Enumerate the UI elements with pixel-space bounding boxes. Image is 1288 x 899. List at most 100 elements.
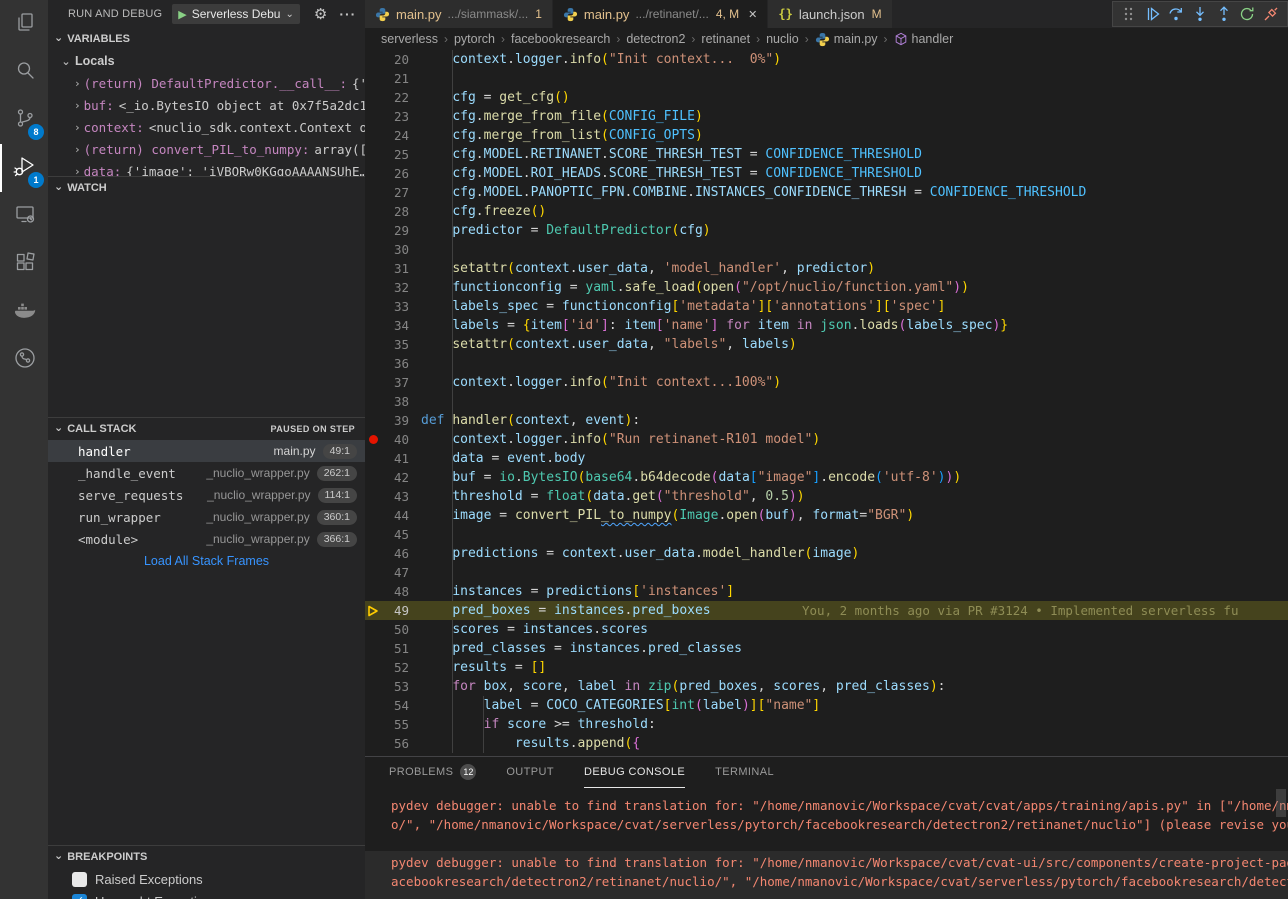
code-text[interactable]: pred_classes = instances.pred_classes — [421, 639, 742, 658]
watch-header[interactable]: ⌄ WATCH — [48, 177, 365, 199]
breakpoint-gutter[interactable] — [365, 487, 381, 506]
breadcrumb-item[interactable]: pytorch — [454, 32, 495, 46]
breakpoint-gutter[interactable] — [365, 563, 381, 582]
breadcrumb-item[interactable]: serverless — [381, 32, 438, 46]
code-text[interactable]: cfg.freeze() — [421, 202, 546, 221]
variable-row[interactable]: ›buf:<_io.BytesIO object at 0x7f5a2dc1ec… — [48, 94, 365, 116]
breakpoint-gutter[interactable] — [365, 544, 381, 563]
code-text[interactable]: cfg.merge_from_file(CONFIG_FILE) — [421, 107, 703, 126]
code-line[interactable]: 29 predictor = DefaultPredictor(cfg) — [365, 221, 1288, 240]
code-text[interactable]: labels = {item['id']: item['name'] for i… — [421, 316, 1008, 335]
breadcrumb-item[interactable]: detectron2 — [626, 32, 685, 46]
breakpoint-gutter[interactable] — [365, 316, 381, 335]
variables-scope-row[interactable]: ⌄Locals — [48, 50, 365, 72]
activity-item-remote-explorer[interactable] — [0, 192, 48, 240]
breakpoint-dot[interactable] — [365, 430, 381, 449]
activity-item-search[interactable] — [0, 48, 48, 96]
activity-item-docker[interactable] — [0, 288, 48, 336]
breakpoints-header[interactable]: ⌄ BREAKPOINTS — [48, 846, 365, 868]
continue-button[interactable] — [1143, 4, 1163, 24]
code-line[interactable]: 30 — [365, 240, 1288, 259]
debug-config-dropdown[interactable]: ▶ Serverless Debu ⌄ — [172, 4, 300, 24]
activity-item-run-debug[interactable]: 1 — [0, 144, 48, 192]
step-out-button[interactable] — [1214, 4, 1234, 24]
code-line[interactable]: 34 labels = {item['id']: item['name'] fo… — [365, 316, 1288, 335]
breakpoint-gutter[interactable] — [365, 677, 381, 696]
drag-handle[interactable] — [1119, 4, 1139, 24]
code-line[interactable]: 21 — [365, 69, 1288, 88]
more-actions-icon[interactable]: ··· — [339, 6, 356, 22]
code-line[interactable]: 28 cfg.freeze() — [365, 202, 1288, 221]
variables-header[interactable]: ⌄ VARIABLES — [48, 28, 365, 50]
code-line[interactable]: 22 cfg = get_cfg() — [365, 88, 1288, 107]
step-into-button[interactable] — [1190, 4, 1210, 24]
breakpoint-gutter[interactable] — [365, 202, 381, 221]
code-line[interactable]: 37 context.logger.info("Init context...1… — [365, 373, 1288, 392]
breakpoint-gutter[interactable] — [365, 639, 381, 658]
editor-tab-3[interactable]: {}launch.jsonM — [768, 0, 892, 28]
code-text[interactable]: threshold = float(data.get("threshold", … — [421, 487, 805, 506]
breakpoint-gutter[interactable] — [365, 126, 381, 145]
checkbox-unchecked[interactable] — [72, 872, 87, 887]
load-all-stack-frames-link[interactable]: Load All Stack Frames — [48, 550, 365, 572]
code-text[interactable]: scores = instances.scores — [421, 620, 648, 639]
activity-item-git-graph[interactable] — [0, 336, 48, 384]
code-text[interactable]: results = [] — [421, 658, 546, 677]
code-text[interactable]: if score >= threshold: — [421, 715, 656, 734]
breakpoint-gutter[interactable] — [365, 240, 381, 259]
code-text[interactable]: pred_boxes = instances.pred_boxes — [421, 601, 711, 620]
code-line[interactable]: 25 cfg.MODEL.RETINANET.SCORE_THRESH_TEST… — [365, 145, 1288, 164]
code-text[interactable]: context.logger.info("Init context... 0%"… — [421, 50, 781, 69]
panel-tab-debug-console[interactable]: DEBUG CONSOLE — [584, 757, 685, 788]
code-text[interactable]: image = convert_PIL_to_numpy(Image.open(… — [421, 506, 914, 525]
code-text[interactable]: buf = io.BytesIO(base64.b64decode(data["… — [421, 468, 961, 487]
editor-tab-1[interactable]: main.py.../siammask/...1 — [365, 0, 553, 28]
breakpoint-gutter[interactable] — [365, 620, 381, 639]
start-debug-icon[interactable]: ▶ — [178, 8, 186, 21]
breakpoint-gutter[interactable] — [365, 278, 381, 297]
code-line[interactable]: 41 data = event.body — [365, 449, 1288, 468]
code-line[interactable]: 45 — [365, 525, 1288, 544]
breakpoint-gutter[interactable] — [365, 164, 381, 183]
code-text[interactable]: for box, score, label in zip(pred_boxes,… — [421, 677, 945, 696]
breakpoint-gutter[interactable] — [365, 145, 381, 164]
code-text[interactable]: predictor = DefaultPredictor(cfg) — [421, 221, 711, 240]
code-text[interactable]: setattr(context.user_data, 'model_handle… — [421, 259, 875, 278]
code-line[interactable]: 36 — [365, 354, 1288, 373]
current-step-arrow[interactable] — [365, 601, 381, 620]
breakpoint-gutter[interactable] — [365, 525, 381, 544]
call-stack-frame[interactable]: serve_requests_nuclio_wrapper.py114:1 — [48, 484, 365, 506]
variable-row[interactable]: ›context:<nuclio_sdk.context.Context obj… — [48, 116, 365, 138]
code-editor[interactable]: 20 context.logger.info("Init context... … — [365, 50, 1288, 756]
step-over-button[interactable] — [1166, 4, 1186, 24]
panel-scrollbar[interactable] — [1276, 789, 1286, 817]
breakpoint-gutter[interactable] — [365, 411, 381, 430]
call-stack-header[interactable]: ⌄ CALL STACK PAUSED ON STEP — [48, 418, 365, 440]
code-line[interactable]: 35 setattr(context.user_data, "labels", … — [365, 335, 1288, 354]
code-line[interactable]: 23 cfg.merge_from_file(CONFIG_FILE) — [365, 107, 1288, 126]
code-line[interactable]: 26 cfg.MODEL.ROI_HEADS.SCORE_THRESH_TEST… — [365, 164, 1288, 183]
code-text[interactable]: def handler(context, event): — [421, 411, 640, 430]
editor-tab-2[interactable]: main.py.../retinanet/...4, M✕ — [553, 0, 768, 28]
code-line[interactable]: 40 context.logger.info("Run retinanet-R1… — [365, 430, 1288, 449]
code-line[interactable]: 31 setattr(context.user_data, 'model_han… — [365, 259, 1288, 278]
breadcrumb-item[interactable]: handler — [894, 32, 954, 46]
code-text[interactable]: data = event.body — [421, 449, 585, 468]
panel-tab-problems[interactable]: PROBLEMS12 — [389, 757, 476, 788]
breakpoint-gutter[interactable] — [365, 221, 381, 240]
call-stack-frame[interactable]: <module>_nuclio_wrapper.py366:1 — [48, 528, 365, 550]
breakpoint-gutter[interactable] — [365, 297, 381, 316]
breadcrumb-item[interactable]: facebookresearch — [511, 32, 610, 46]
code-line[interactable]: 54 label = COCO_CATEGORIES[int(label)]["… — [365, 696, 1288, 715]
code-text[interactable]: predictions = context.user_data.model_ha… — [421, 544, 859, 563]
disconnect-button[interactable] — [1261, 4, 1281, 24]
call-stack-frame[interactable]: run_wrapper_nuclio_wrapper.py360:1 — [48, 506, 365, 528]
breakpoint-gutter[interactable] — [365, 373, 381, 392]
variable-row[interactable]: ›(return) DefaultPredictor.__call__:{'in… — [48, 72, 365, 94]
code-text[interactable]: context.logger.info("Init context...100%… — [421, 373, 781, 392]
code-text[interactable]: results.append({ — [421, 734, 640, 753]
code-line[interactable]: 27 cfg.MODEL.PANOPTIC_FPN.COMBINE.INSTAN… — [365, 183, 1288, 202]
code-line[interactable]: 47 — [365, 563, 1288, 582]
code-text[interactable]: cfg.MODEL.PANOPTIC_FPN.COMBINE.INSTANCES… — [421, 183, 1086, 202]
breadcrumb-item[interactable]: nuclio — [766, 32, 799, 46]
